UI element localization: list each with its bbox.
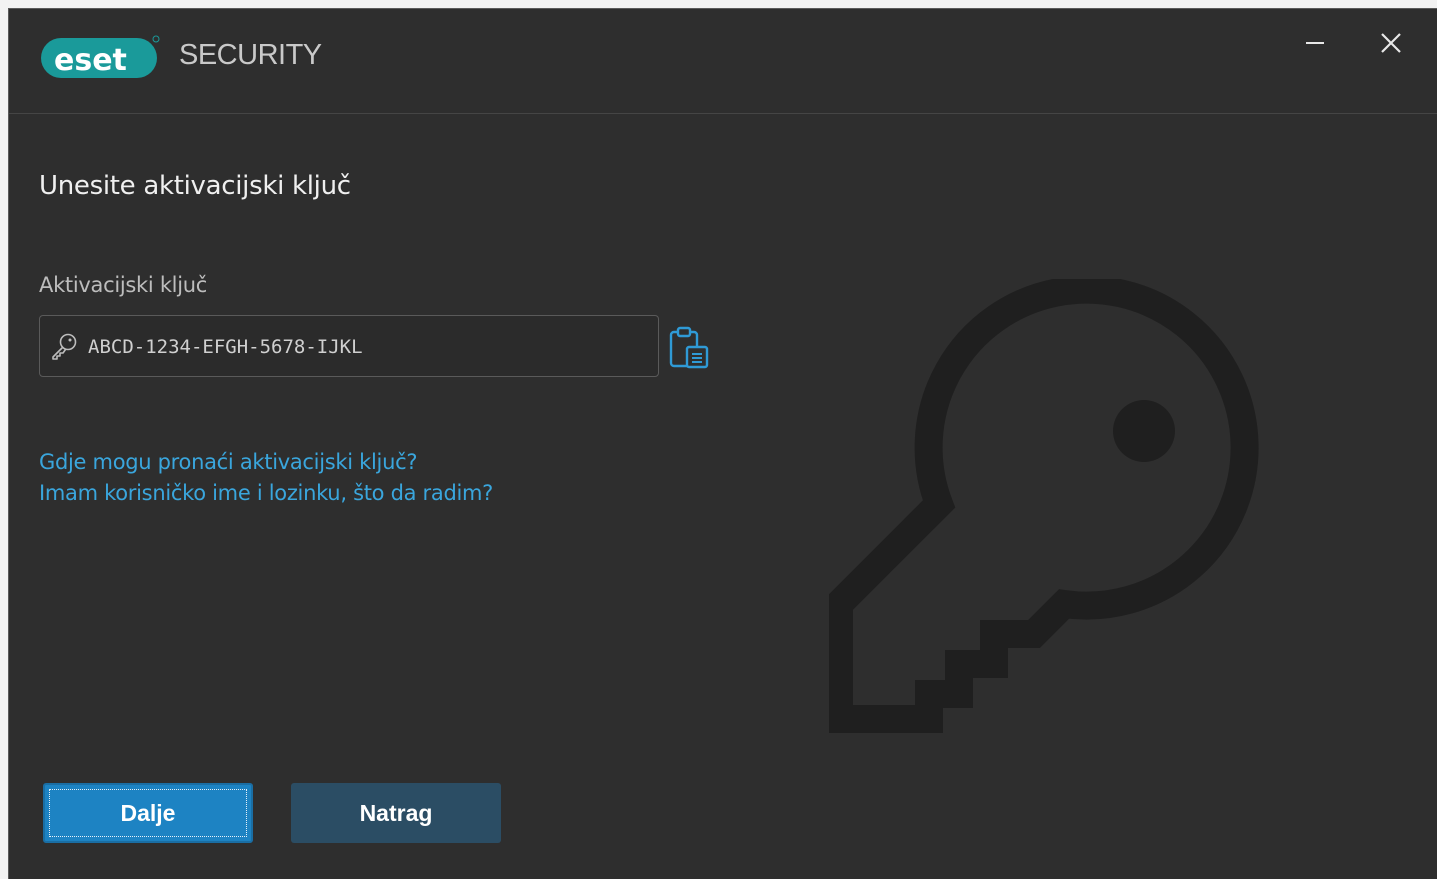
where-to-find-key-link[interactable]: Gdje mogu pronaći aktivacijski ključ? [39, 450, 418, 474]
clipboard-paste-icon[interactable] [667, 325, 713, 371]
close-button[interactable] [1367, 19, 1415, 67]
username-password-link[interactable]: Imam korisničko ime i lozinku, što da ra… [39, 481, 493, 505]
activation-key-input[interactable] [86, 326, 650, 368]
next-button-label: Dalje [120, 799, 176, 826]
back-button-label: Natrag [359, 799, 433, 826]
eset-logo: eset [41, 35, 160, 78]
page-title: Unesite aktivacijski ključ [39, 171, 351, 201]
close-icon [1381, 33, 1401, 53]
back-button[interactable]: Natrag [291, 783, 501, 843]
minimize-icon [1306, 42, 1324, 44]
activation-key-field[interactable] [39, 315, 659, 377]
key-icon [52, 333, 77, 360]
title-bar: eset SECURITY [9, 9, 1437, 114]
minimize-button[interactable] [1291, 19, 1339, 67]
next-button[interactable]: Dalje [43, 783, 253, 843]
activation-key-label: Aktivacijski ključ [39, 273, 208, 297]
logo-text: eset [54, 43, 127, 78]
activation-window: eset SECURITY Unesite aktivacijski ključ… [8, 8, 1437, 879]
product-name: SECURITY [179, 39, 322, 71]
large-key-illustration [829, 279, 1259, 733]
